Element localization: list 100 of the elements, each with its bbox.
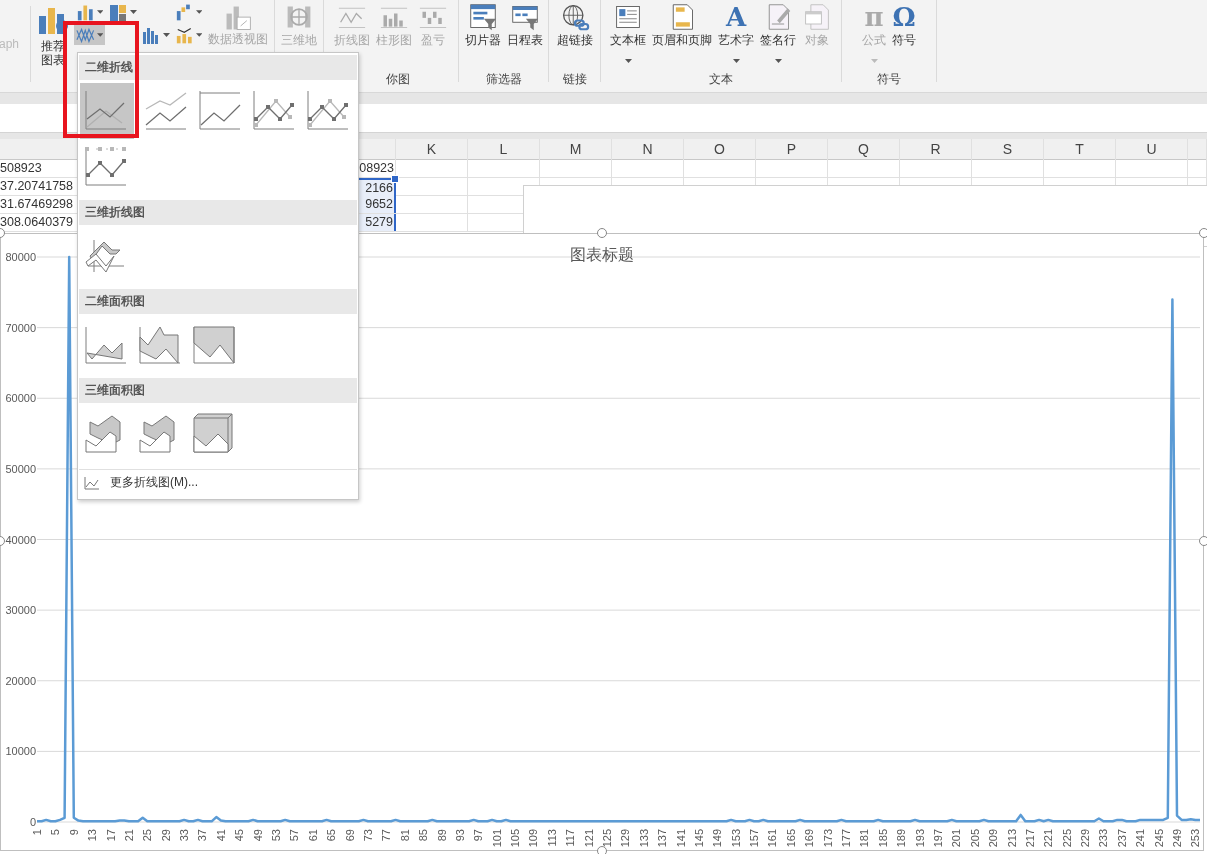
axis-label: 221: [1042, 829, 1055, 848]
column-header[interactable]: T: [1044, 139, 1116, 160]
column-chart-icon: [141, 25, 161, 44]
caret-icon: [195, 32, 202, 37]
column-header[interactable]: S: [972, 139, 1044, 160]
axis-label: 41: [214, 829, 227, 842]
axis-label: 105: [509, 829, 522, 848]
axis-label: 113: [545, 829, 558, 847]
axis-label: 49: [251, 829, 264, 842]
group-label: 文本: [708, 71, 734, 88]
table-cell-text: 508923: [0, 160, 43, 177]
slicer-icon: [467, 3, 498, 31]
column-header[interactable]: L: [468, 139, 540, 160]
ribbon-button[interactable]: 日程表: [504, 3, 545, 69]
column-header[interactable]: U: [1116, 139, 1188, 160]
section-header: 三维面积图: [79, 378, 357, 403]
axis-label: 65: [325, 829, 338, 842]
line-chart-icon: [76, 26, 95, 44]
axis-label: 133: [637, 829, 650, 848]
ribbon-button[interactable]: 签名行: [758, 3, 798, 69]
group-label: aph: [0, 37, 20, 51]
axis-label: 157: [748, 829, 761, 848]
axis-label: 173: [821, 829, 834, 848]
resize-handle[interactable]: [1199, 536, 1207, 546]
column-header[interactable]: P: [756, 139, 828, 160]
column-header[interactable]: M: [540, 139, 612, 160]
axis-label: 81: [398, 829, 411, 842]
axis-label: 249: [1171, 829, 1183, 848]
axis-label: 237: [1115, 829, 1128, 848]
axis-label: 73: [361, 829, 374, 842]
ribbon-button[interactable]: 切片器: [462, 3, 503, 69]
axis-label: 89: [435, 829, 448, 842]
axis-label: 197: [932, 829, 944, 848]
axis-label: 109: [527, 829, 540, 848]
resize-handle[interactable]: [597, 228, 607, 238]
table-cell: 5279: [358, 214, 396, 231]
section-header: 三维折线图: [79, 200, 357, 225]
ribbon-button[interactable]: A 艺术字: [716, 3, 756, 69]
group-label: 你图: [385, 71, 411, 88]
axis-label: 193: [913, 829, 926, 848]
axis-label: 185: [876, 829, 889, 848]
axis-label: 9: [67, 829, 80, 836]
axis-label: 121: [582, 829, 595, 848]
axis-label: 77: [380, 829, 393, 842]
table-cell-text: 308.0640379: [0, 214, 74, 231]
column-header[interactable]: K: [396, 139, 468, 160]
axis-label: 213: [1005, 829, 1018, 848]
stacked-chart-icon: [108, 2, 128, 21]
caret-icon: [163, 32, 170, 37]
column-header[interactable]: Q: [828, 139, 900, 160]
axis-label: 149: [711, 829, 724, 848]
axis-label: 153: [729, 829, 742, 848]
group-label: 筛选器: [484, 71, 523, 88]
axis-label: 161: [766, 829, 779, 848]
chart-type-option[interactable]: [80, 83, 134, 139]
axis-label: 253: [1189, 829, 1202, 848]
more-charts-item[interactable]: 更多折线图(M)...: [78, 470, 204, 495]
axis-label: 177: [840, 829, 853, 848]
axis-label: 61: [306, 829, 319, 842]
resize-handle[interactable]: [0, 536, 5, 546]
axis-label: 117: [564, 829, 577, 847]
axis-label: 245: [1152, 829, 1165, 848]
column-header[interactable]: N: [612, 139, 684, 160]
fill-handle[interactable]: [391, 175, 399, 183]
caret-icon: [195, 9, 202, 14]
column-header[interactable]: R: [900, 139, 972, 160]
axis-label: 217: [1023, 829, 1036, 848]
axis-label: 101: [490, 829, 503, 848]
column-header[interactable]: O: [684, 139, 756, 160]
axis-label: 25: [141, 829, 154, 842]
text-box-icon: [613, 3, 643, 31]
caret-icon: [130, 9, 137, 14]
ribbon-button[interactable]: 页眉和页脚: [650, 3, 714, 69]
timeline-icon: [509, 3, 540, 31]
resize-handle[interactable]: [597, 846, 607, 854]
section-header: 二维折线: [79, 55, 357, 80]
axis-label: 30000: [5, 604, 36, 617]
axis-label: 241: [1134, 829, 1147, 848]
axis-label: 17: [104, 829, 117, 842]
resize-handle[interactable]: [1199, 228, 1207, 238]
axis-label: 141: [674, 829, 687, 848]
wordart-icon: A: [725, 3, 747, 31]
ribbon-button[interactable]: 文本框: [608, 3, 648, 69]
axis-label: 209: [987, 829, 1000, 848]
ribbon-button[interactable]: Ω 符号: [890, 3, 918, 69]
axis-label: 205: [968, 829, 981, 848]
axis-label: 10000: [5, 745, 36, 758]
chart-title: 图表标题: [570, 246, 634, 263]
ribbon-button[interactable]: 超链接: [554, 3, 595, 69]
group-label: 符号: [876, 71, 902, 88]
table-cell-text: 31.67469298: [0, 196, 74, 213]
axis-label: 229: [1079, 829, 1092, 848]
resize-handle[interactable]: [0, 228, 5, 238]
axis-label: 37: [196, 829, 209, 842]
axis-label: 137: [656, 829, 669, 848]
axis-label: 45: [233, 829, 246, 842]
axis-label: 97: [472, 829, 485, 842]
line-chart-icon: [84, 475, 100, 490]
axis-label: 181: [858, 829, 871, 848]
axis-label: 29: [159, 829, 172, 842]
